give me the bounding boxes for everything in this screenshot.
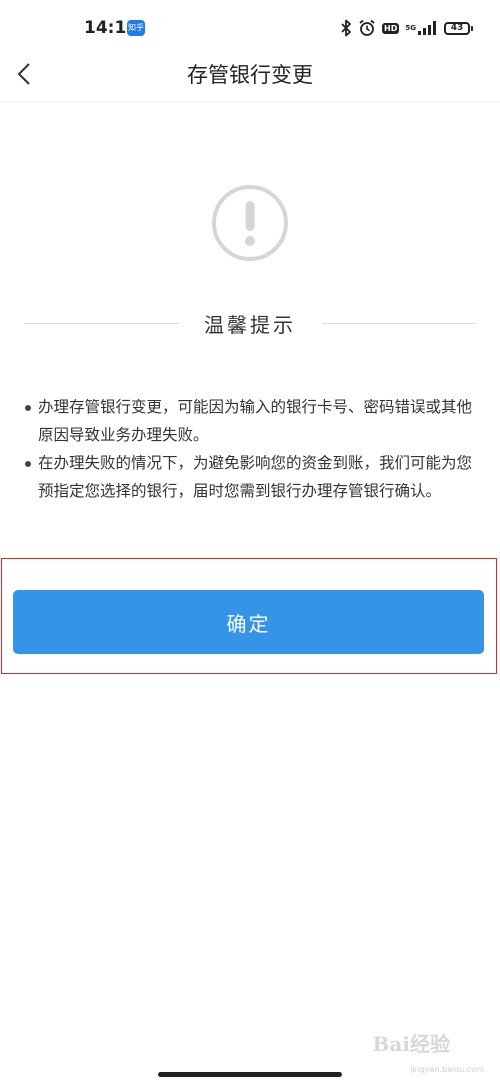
notice-item: 在办理失败的情况下，为避免影响您的资金到账，我们可能为您预指定您选择的银行，届时… xyxy=(22,449,482,505)
watermark-logo: Bai经验 xyxy=(372,1032,450,1056)
alarm-icon xyxy=(359,19,375,36)
network-label: 5G xyxy=(405,24,416,32)
status-icons: HD 5G 43 xyxy=(334,16,473,40)
nav-header: 存管银行变更 xyxy=(0,50,500,102)
home-indicator[interactable] xyxy=(158,1072,342,1077)
confirm-button[interactable]: 确定 xyxy=(13,590,484,654)
divider-right xyxy=(322,323,476,324)
bluetooth-icon xyxy=(341,19,351,37)
app-badge: 知乎 xyxy=(127,20,145,36)
hd-icon: HD xyxy=(382,22,400,34)
status-bar: 14:19 知乎 HD 5G 43 xyxy=(0,0,500,50)
notice-item: 办理存管银行变更，可能因为输入的银行卡号、密码错误或其他原因导致业务办理失败。 xyxy=(22,393,482,449)
signal-icon xyxy=(418,21,436,35)
exclamation-circle-icon xyxy=(212,185,288,261)
watermark: Bai经验 jingyan.baidu.com xyxy=(356,1028,486,1074)
battery-icon: 43 xyxy=(444,21,473,35)
notice-list: 办理存管银行变更，可能因为输入的银行卡号、密码错误或其他原因导致业务办理失败。 … xyxy=(22,393,482,505)
tip-heading-row: 温馨提示 xyxy=(24,306,476,340)
page-title: 存管银行变更 xyxy=(187,63,313,87)
watermark-url: jingyan.baidu.com xyxy=(410,1065,484,1074)
